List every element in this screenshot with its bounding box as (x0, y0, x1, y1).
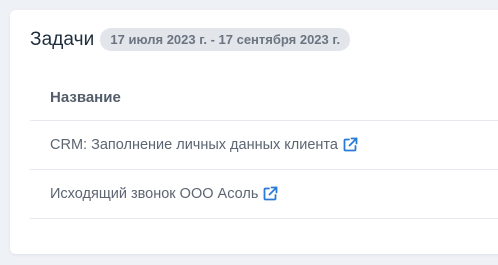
task-link[interactable]: Исходящий звонок ООО Асоль (50, 186, 278, 202)
date-range-badge: 17 июля 2023 г. - 17 сентября 2023 г. (100, 28, 351, 51)
card-title: Задачи (30, 28, 95, 50)
table-row: Исходящий звонок ООО Асоль (30, 170, 498, 219)
column-header-name: Название (30, 75, 498, 121)
card-header: Задачи 17 июля 2023 г. - 17 сентября 202… (30, 28, 351, 51)
external-link-icon[interactable] (342, 137, 358, 153)
tasks-card: Задачи 17 июля 2023 г. - 17 сентября 202… (10, 10, 498, 254)
external-link-icon[interactable] (262, 186, 278, 202)
tasks-table: Название CRM: Заполнение личных данных к… (30, 75, 498, 219)
table-row: CRM: Заполнение личных данных клиента (30, 121, 498, 170)
task-name: CRM: Заполнение личных данных клиента (50, 137, 338, 153)
task-name: Исходящий звонок ООО Асоль (50, 186, 259, 202)
task-link[interactable]: CRM: Заполнение личных данных клиента (50, 137, 358, 153)
